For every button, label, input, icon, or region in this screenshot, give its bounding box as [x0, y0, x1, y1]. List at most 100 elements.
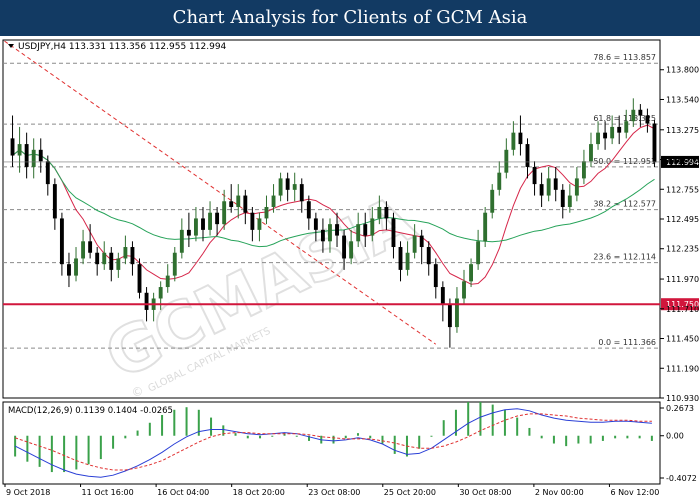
macd-histogram-bar	[99, 435, 102, 460]
candle-body	[553, 178, 558, 190]
candle-body	[328, 224, 332, 242]
macd-histogram-bar	[271, 435, 274, 437]
candle-body	[116, 258, 121, 270]
candle-body	[525, 144, 530, 167]
macd-histogram-bar	[381, 435, 384, 444]
candle-body	[74, 258, 78, 276]
candle-body	[10, 138, 15, 156]
macd-histogram-bar	[332, 435, 335, 444]
macd-histogram-bar	[369, 435, 372, 439]
trading-chart[interactable]: GCMASIA GLOBAL CAPITAL MARKETS © 78.6 = …	[0, 36, 700, 500]
macd-histogram-bar	[75, 435, 78, 470]
candle-body	[560, 189, 565, 207]
price-tick-label: 113.015	[666, 156, 699, 165]
candle-body	[447, 304, 452, 328]
time-tick-label: 6 Nov 12:00	[610, 488, 659, 497]
candle-body	[81, 241, 86, 259]
candle-body	[596, 132, 600, 145]
chart-header-text: USDJPY,H4 113.331 113.356 112.955 112.99…	[18, 42, 227, 52]
price-tick-label: 111.450	[666, 335, 699, 344]
time-tick-label: 30 Oct 08:00	[459, 488, 511, 497]
candle-body	[123, 247, 128, 259]
candle-body	[229, 201, 234, 207]
candle-body	[243, 195, 248, 213]
candle-body	[320, 229, 325, 242]
price-tick-label: 111.190	[666, 364, 699, 373]
candle-body	[497, 172, 502, 190]
macd-histogram-bar	[356, 433, 359, 436]
candle-body	[236, 195, 241, 207]
macd-histogram-bar	[50, 435, 53, 473]
candle-body	[264, 206, 269, 219]
candle-body	[483, 212, 488, 242]
macd-histogram-bar	[577, 435, 580, 444]
macd-histogram-bar	[393, 435, 396, 454]
candle-body	[518, 132, 523, 145]
candle-body	[391, 218, 396, 248]
candle-body	[652, 123, 657, 163]
chart-banner-title: Chart Analysis for Clients of GCM Asia	[0, 0, 700, 36]
candle-body	[603, 132, 608, 139]
macd-histogram-bar	[173, 409, 176, 436]
macd-histogram-bar	[148, 422, 151, 436]
candle-body	[201, 218, 205, 230]
candle-body	[610, 126, 615, 139]
candle-body	[363, 224, 368, 236]
candle-body	[546, 178, 551, 196]
candle-body	[384, 206, 389, 219]
candle-body	[490, 189, 495, 213]
macd-histogram-bar	[614, 435, 617, 439]
macd-histogram-bar	[259, 435, 262, 439]
candle-body	[419, 235, 424, 248]
candle-body	[398, 247, 403, 270]
macd-histogram-bar	[246, 435, 249, 439]
candle-body	[306, 201, 311, 219]
macd-histogram-bar	[26, 435, 29, 462]
candle-body	[313, 218, 318, 230]
time-tick-label: 2 Nov 00:00	[535, 488, 584, 497]
price-tick-label: 112.235	[666, 245, 699, 254]
candle-body	[278, 178, 283, 196]
candle-body	[38, 149, 43, 162]
price-tick-label: 113.275	[666, 126, 699, 135]
macd-histogram-bar	[626, 435, 629, 439]
macd-histogram-bar	[491, 404, 494, 436]
candle-body	[194, 218, 198, 236]
candle-body	[532, 166, 537, 185]
candle-body	[208, 212, 212, 230]
macd-histogram-bar	[638, 435, 641, 439]
candle-body	[462, 281, 466, 299]
macd-histogram-bar	[503, 409, 506, 436]
macd-tick-label: 0.2673	[666, 404, 694, 413]
candle-body	[539, 184, 544, 196]
time-tick-label: 11 Oct 16:00	[82, 488, 134, 497]
macd-histogram-bar	[344, 435, 347, 439]
chart-header: USDJPY,H4 113.331 113.356 112.955 112.99…	[8, 42, 227, 52]
candle-body	[335, 224, 339, 236]
candle-body	[52, 184, 57, 219]
macd-histogram-bar	[112, 435, 115, 449]
macd-histogram-bar	[63, 435, 66, 473]
candle-body	[130, 247, 135, 265]
fib-level-label: 0.0 = 111.366	[598, 338, 656, 347]
macd-histogram-bar	[38, 435, 41, 467]
macd-histogram-bar	[552, 435, 555, 444]
candle-body	[144, 292, 149, 310]
macd-histogram-bar	[589, 435, 592, 444]
macd-histogram-bar	[540, 435, 543, 439]
macd-histogram-bar	[467, 402, 470, 436]
time-axis: 9 Oct 2018 11 Oct 16:00 16 Oct 04:00 18 Oct…	[4, 484, 659, 497]
candle-body	[469, 264, 473, 282]
macd-histogram-bar	[565, 435, 568, 447]
macd-histogram-bar	[295, 435, 298, 437]
price-tick-label: 111.970	[666, 275, 699, 284]
price-tick-label: 112.755	[666, 185, 699, 194]
candle-body	[638, 109, 643, 116]
candle-body	[412, 235, 417, 253]
macd-histogram-bar	[442, 420, 445, 436]
macd-histogram-bar	[430, 435, 433, 437]
candle-body	[95, 252, 100, 265]
candle-body	[215, 212, 220, 225]
macd-tick-label: -0.4072	[666, 474, 697, 483]
macd-histogram-bar	[185, 407, 188, 436]
